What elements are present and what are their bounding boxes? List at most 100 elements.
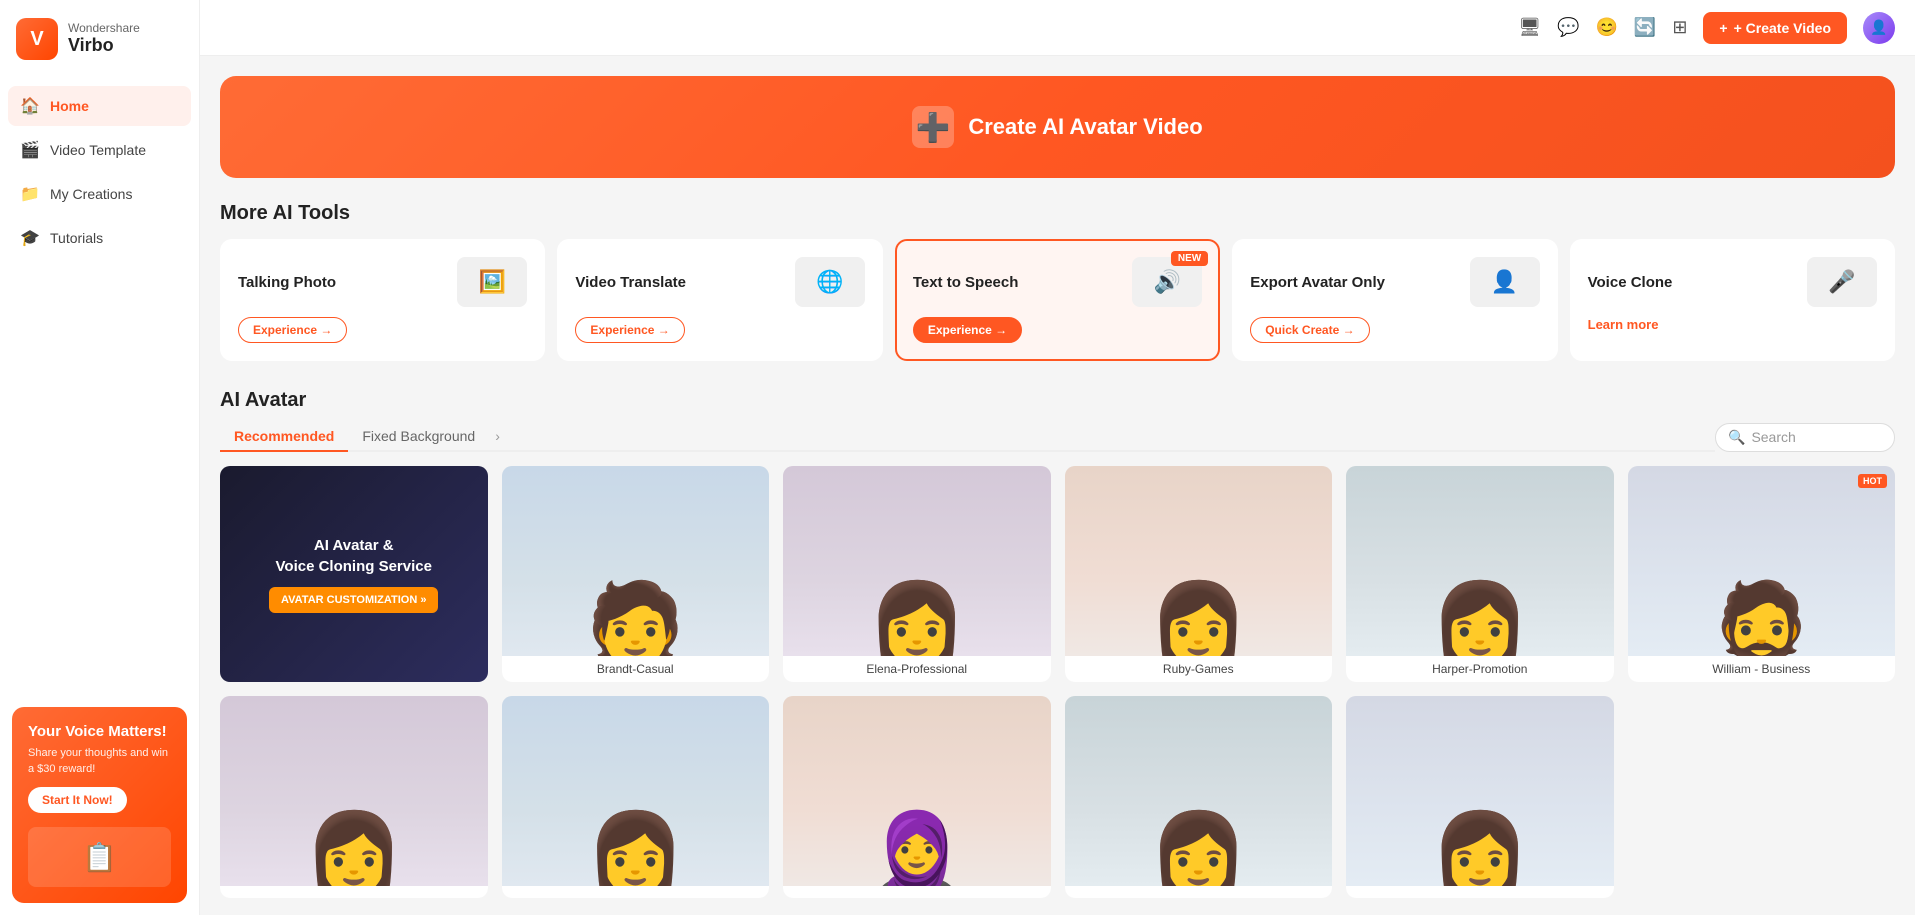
tool-name: Text to Speech [913, 274, 1019, 291]
hero-title: Create AI Avatar Video [968, 114, 1202, 140]
avatar-name-william: William - Business [1628, 656, 1896, 682]
tool-image: 🖼️ [457, 257, 527, 307]
avatar-image-row2-1: 👩 [220, 696, 488, 886]
message-icon[interactable]: 💬 [1557, 17, 1579, 38]
sidebar: V Wondershare Virbo 🏠 Home 🎬 Video Templ… [0, 0, 200, 915]
tool-card-video-translate[interactable]: Video Translate 🌐 Experience → [557, 239, 882, 361]
create-plus-icon: + [1719, 20, 1727, 36]
new-badge: NEW [1171, 251, 1208, 266]
promo-subtitle: Share your thoughts and win a $30 reward… [28, 746, 171, 777]
sidebar-item-label: Video Template [50, 142, 146, 158]
avatar-image-row2-4: 👩 [1065, 696, 1333, 886]
tool-image: 🌐 [795, 257, 865, 307]
sidebar-promo-card: Your Voice Matters! Share your thoughts … [12, 707, 187, 903]
content-area: ➕ Create AI Avatar Video More AI Tools T… [200, 56, 1915, 915]
video-template-icon: 🎬 [20, 140, 40, 160]
avatar-image-row2-3: 🧕 [783, 696, 1051, 886]
promo-title: Your Voice Matters! [28, 723, 171, 740]
avatar-tabs-group: Recommended Fixed Background › [220, 422, 1715, 452]
tool-image: 👤 [1470, 257, 1540, 307]
avatar-card-row2-5[interactable]: 👩 [1346, 696, 1614, 898]
avatar-name-row2-5 [1346, 886, 1614, 898]
avatar-image-elena: 👩 [783, 466, 1051, 656]
sidebar-item-video-template[interactable]: 🎬 Video Template [8, 130, 191, 170]
tool-name: Voice Clone [1588, 274, 1673, 291]
avatar-image-william: 🧔 [1628, 466, 1896, 656]
avatar-name-harper: Harper-Promotion [1346, 656, 1614, 682]
tool-name: Video Translate [575, 274, 686, 291]
avatar-name-row2-2 [502, 886, 770, 898]
tutorials-icon: 🎓 [20, 228, 40, 248]
avatar-card-row2-4[interactable]: 👩 [1065, 696, 1333, 898]
promo-card-title: AI Avatar &Voice Cloning Service [276, 535, 432, 577]
avatar-promo-card[interactable]: AI Avatar &Voice Cloning Service AVATAR … [220, 466, 488, 682]
refresh-icon[interactable]: 🔄 [1634, 17, 1656, 38]
promo-start-button[interactable]: Start It Now! [28, 787, 127, 813]
video-translate-experience-button[interactable]: Experience → [575, 317, 684, 343]
tab-recommended[interactable]: Recommended [220, 422, 348, 452]
hero-plus-icon: ➕ [912, 106, 954, 148]
user-avatar[interactable]: 👤 [1863, 12, 1895, 44]
avatar-card-harper[interactable]: 👩 Harper-Promotion [1346, 466, 1614, 682]
avatar-tabs-row: Recommended Fixed Background › 🔍 Search [220, 422, 1895, 452]
tool-card-export-avatar[interactable]: Export Avatar Only 👤 Quick Create → [1232, 239, 1557, 361]
sidebar-item-home[interactable]: 🏠 Home [8, 86, 191, 126]
avatar-name-row2-4 [1065, 886, 1333, 898]
avatar-card-elena[interactable]: 👩 Elena-Professional [783, 466, 1051, 682]
talking-photo-experience-button[interactable]: Experience → [238, 317, 347, 343]
ai-avatar-section-title: AI Avatar [220, 389, 1895, 412]
avatar-image-harper: 👩 [1346, 466, 1614, 656]
tool-card-voice-clone[interactable]: Voice Clone 🎤 Learn more [1570, 239, 1895, 361]
avatar-image-ruby: 👩 [1065, 466, 1333, 656]
create-video-button[interactable]: + + Create Video [1703, 12, 1847, 44]
main-content: 🖥 💬 😊 🔄 ⊞ + + Create Video 👤 ➕ Create AI… [200, 0, 1915, 915]
tool-card-text-to-speech[interactable]: NEW Text to Speech 🔊 Experience → [895, 239, 1220, 361]
ai-tools-row: Talking Photo 🖼️ Experience → Video Tran… [220, 239, 1895, 361]
avatar-card-row2-2[interactable]: 👩 [502, 696, 770, 898]
home-icon: 🏠 [20, 96, 40, 116]
creations-icon: 📁 [20, 184, 40, 204]
product-name: Virbo [68, 35, 140, 57]
sidebar-item-label: My Creations [50, 186, 132, 202]
hot-badge: HOT [1858, 474, 1887, 488]
avatar-grid: AI Avatar &Voice Cloning Service AVATAR … [220, 466, 1895, 898]
sidebar-item-my-creations[interactable]: 📁 My Creations [8, 174, 191, 214]
tool-name: Talking Photo [238, 274, 336, 291]
text-to-speech-experience-button[interactable]: Experience → [913, 317, 1022, 343]
avatar-name-row2-3 [783, 886, 1051, 898]
avatar-name-ruby: Ruby-Games [1065, 656, 1333, 682]
avatar-card-row2-1[interactable]: 👩 [220, 696, 488, 898]
avatar-name-row2-1 [220, 886, 488, 898]
tool-image: 🎤 [1807, 257, 1877, 307]
tool-card-talking-photo[interactable]: Talking Photo 🖼️ Experience → [220, 239, 545, 361]
topbar: 🖥 💬 😊 🔄 ⊞ + + Create Video 👤 [200, 0, 1915, 56]
monitor-icon[interactable]: 🖥 [1518, 17, 1541, 38]
avatar-search-box[interactable]: 🔍 Search [1715, 423, 1895, 452]
voice-clone-learn-more-link[interactable]: Learn more [1588, 317, 1877, 332]
export-avatar-quick-create-button[interactable]: Quick Create → [1250, 317, 1369, 343]
brand-name: Wondershare [68, 21, 140, 35]
tool-name: Export Avatar Only [1250, 274, 1385, 291]
emoji-icon[interactable]: 😊 [1595, 17, 1617, 38]
sidebar-item-tutorials[interactable]: 🎓 Tutorials [8, 218, 191, 258]
avatar-card-brandt[interactable]: 🧑 Brandt-Casual [502, 466, 770, 682]
app-logo: V Wondershare Virbo [0, 0, 199, 78]
avatar-customization-button[interactable]: AVATAR CUSTOMIZATION » [269, 587, 438, 613]
avatar-name-brandt: Brandt-Casual [502, 656, 770, 682]
search-placeholder: Search [1751, 429, 1795, 445]
ai-tools-section-title: More AI Tools [220, 202, 1895, 225]
search-icon: 🔍 [1728, 429, 1745, 446]
grid-icon[interactable]: ⊞ [1672, 17, 1687, 38]
avatar-card-row2-3[interactable]: 🧕 [783, 696, 1051, 898]
avatar-image-brandt: 🧑 [502, 466, 770, 656]
hero-banner[interactable]: ➕ Create AI Avatar Video [220, 76, 1895, 178]
sidebar-nav: 🏠 Home 🎬 Video Template 📁 My Creations 🎓… [0, 78, 199, 266]
avatar-image-row2-2: 👩 [502, 696, 770, 886]
sidebar-item-label: Tutorials [50, 230, 103, 246]
tab-more-icon[interactable]: › [489, 422, 506, 450]
tab-fixed-background[interactable]: Fixed Background [348, 422, 489, 452]
logo-icon: V [16, 18, 58, 60]
avatar-card-ruby[interactable]: 👩 Ruby-Games [1065, 466, 1333, 682]
avatar-image-row2-5: 👩 [1346, 696, 1614, 886]
avatar-card-william[interactable]: HOT 🧔 William - Business [1628, 466, 1896, 682]
